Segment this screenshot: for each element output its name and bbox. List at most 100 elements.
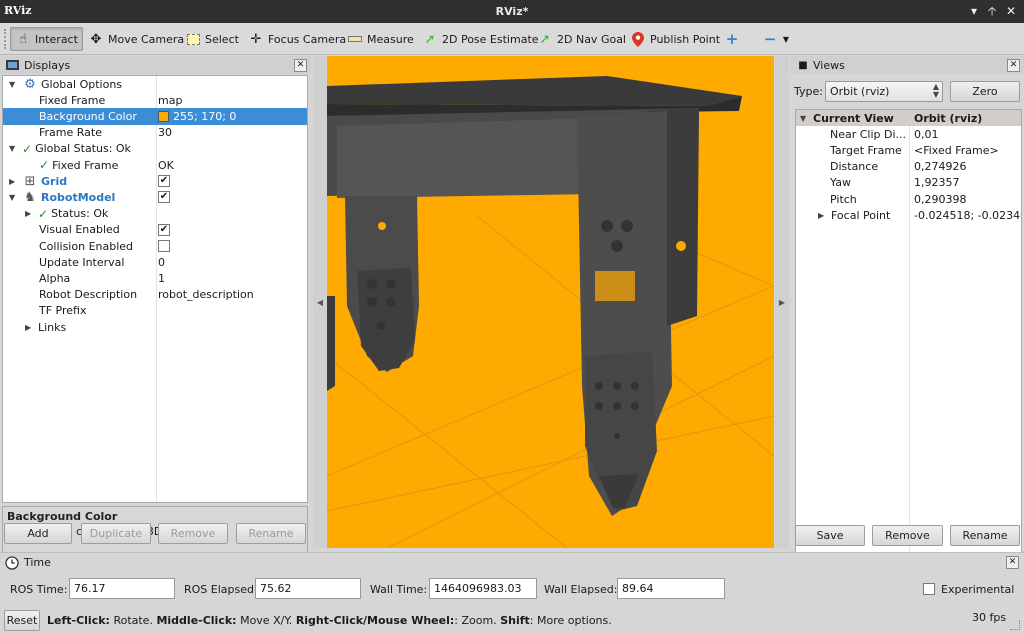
crosshair-icon: ✛	[250, 31, 262, 47]
gear-icon: ⚙	[24, 76, 36, 92]
grid-icon: ⊞	[24, 173, 36, 189]
views-title: Views	[813, 58, 845, 72]
view-row-pitch[interactable]: Pitch 0,290398	[796, 191, 1021, 207]
views-table: ▼ Current View Orbit (rviz) Near Clip Di.…	[795, 109, 1022, 575]
select-tool-button[interactable]: Select	[181, 27, 243, 51]
tree-row-global-status[interactable]: ▼ ✓ Global Status: Ok	[3, 141, 307, 157]
displays-tree: ▼ ⚙ Global Options Fixed Frame map Backgro…	[2, 75, 308, 503]
remove-tool-dropdown[interactable]: − ▼	[758, 27, 794, 51]
minimize-button[interactable]: ▾	[966, 3, 982, 19]
tree-row-status-ok[interactable]: ▶ ✓ Status: Ok	[3, 206, 307, 222]
2d-nav-goal-tool-button[interactable]: ➚ 2D Nav Goal	[533, 27, 630, 51]
remove-display-button[interactable]: Remove	[158, 523, 228, 544]
toolbar-grip[interactable]	[4, 29, 7, 49]
3d-render-view[interactable]	[327, 56, 774, 548]
add-tool-button[interactable]: +	[720, 27, 744, 51]
collision-enabled-checkbox[interactable]	[158, 240, 170, 253]
duplicate-display-button[interactable]: Duplicate	[81, 523, 151, 544]
tree-row-robot-model[interactable]: ▼ ♞ RobotModel ✔	[3, 189, 307, 205]
tree-row-robot-description[interactable]: Robot Description robot_description	[3, 287, 307, 303]
map-pin-icon	[630, 31, 646, 47]
tree-row-grid[interactable]: ▶ ⊞ Grid ✔	[3, 173, 307, 189]
expand-arrow-icon[interactable]: ▼	[9, 193, 19, 202]
view-row-focal-point[interactable]: ▶Focal Point-0.024518; -0.02349...	[796, 207, 1021, 223]
experimental-checkbox[interactable]	[923, 583, 935, 595]
view-row-distance[interactable]: Distance 0,274926	[796, 159, 1021, 175]
tree-row-collision-enabled[interactable]: Collision Enabled	[3, 238, 307, 254]
expand-arrow-icon[interactable]: ▼	[800, 114, 810, 123]
plus-icon: +	[725, 30, 739, 48]
close-window-button[interactable]: ✕	[1003, 3, 1019, 19]
checkmark-icon: ✓	[39, 158, 50, 173]
views-panel: ■ Views ✕ Type: Orbit (rviz) ▲ ▼ Zero ▼ Cu…	[791, 56, 1024, 575]
grid-enabled-checkbox[interactable]: ✔	[158, 175, 170, 188]
expand-arrow-icon[interactable]: ▶	[9, 177, 19, 186]
expand-arrow-icon[interactable]: ▶	[25, 209, 35, 218]
expand-arrow-icon[interactable]: ▶	[25, 323, 35, 332]
color-swatch[interactable]	[158, 110, 169, 122]
title-bar: RViz RViz* ▾ 🡡 ✕	[0, 0, 1024, 23]
visual-enabled-checkbox[interactable]: ✔	[158, 223, 170, 236]
right-splitter[interactable]: ▶	[775, 56, 789, 548]
robot-model-enabled-checkbox[interactable]: ✔	[158, 191, 170, 204]
resize-grip[interactable]	[1010, 620, 1020, 630]
views-close-button[interactable]: ✕	[1007, 59, 1020, 72]
add-display-button[interactable]: Add	[4, 523, 72, 544]
type-label: Type:	[794, 85, 823, 98]
expand-arrow-icon[interactable]: ▼	[9, 144, 19, 153]
wall-time-label: Wall Time:	[370, 583, 428, 596]
maximize-button[interactable]: 🡡	[984, 3, 1000, 19]
interact-tool-button[interactable]: ☝ Interact	[10, 27, 83, 51]
experimental-label: Experimental	[941, 583, 1015, 596]
ros-elapsed-field[interactable]: 75.62	[255, 578, 361, 599]
tree-row-tf-prefix[interactable]: TF Prefix	[3, 303, 307, 319]
displays-close-button[interactable]: ✕	[294, 59, 307, 72]
move-arrows-icon: ✥	[90, 31, 102, 47]
ros-time-field[interactable]: 76.17	[69, 578, 175, 599]
measure-tool-button[interactable]: Measure	[343, 27, 418, 51]
publish-point-tool-button[interactable]: Publish Point	[626, 27, 724, 51]
mouse-help-text: Left-Click: Rotate. Middle-Click: Move X…	[47, 614, 612, 627]
tree-row-alpha[interactable]: Alpha 1	[3, 270, 307, 286]
tree-row-frame-rate[interactable]: Frame Rate 30	[3, 125, 307, 141]
tree-row-global-options[interactable]: ▼ ⚙ Global Options	[3, 76, 307, 92]
tree-row-links[interactable]: ▶ Links	[3, 319, 307, 335]
expand-arrow-icon[interactable]: ▼	[9, 80, 19, 89]
clock-icon	[4, 555, 20, 571]
time-close-button[interactable]: ✕	[1006, 556, 1019, 569]
collapse-left-arrow-icon[interactable]: ◀	[317, 298, 323, 307]
robot-icon: ♞	[24, 189, 36, 205]
expand-arrow-icon[interactable]: ▶	[818, 211, 828, 220]
save-view-button[interactable]: Save	[795, 525, 865, 546]
view-type-select[interactable]: Orbit (rviz) ▲ ▼	[825, 81, 943, 102]
collapse-right-arrow-icon[interactable]: ▶	[779, 298, 785, 307]
current-view-row[interactable]: ▼ Current View Orbit (rviz)	[796, 110, 1021, 127]
tree-row-background-color[interactable]: Background Color 255; 170; 0	[3, 108, 307, 125]
wall-elapsed-field[interactable]: 89.64	[617, 578, 725, 599]
reset-button[interactable]: Reset	[4, 610, 40, 631]
focus-camera-tool-button[interactable]: ✛ Focus Camera	[244, 27, 350, 51]
time-header: Time ✕	[0, 552, 1024, 572]
wall-time-field[interactable]: 1464096983.03	[429, 578, 537, 599]
wall-elapsed-label: Wall Elapsed:	[544, 583, 618, 596]
status-bar: Reset Left-Click: Rotate. Middle-Click: …	[0, 608, 1024, 633]
tree-row-fixed-frame[interactable]: Fixed Frame map	[3, 92, 307, 108]
tree-row-update-interval[interactable]: Update Interval 0	[3, 254, 307, 270]
view-row-yaw[interactable]: Yaw 1,92357	[796, 175, 1021, 191]
2d-pose-estimate-tool-button[interactable]: ➚ 2D Pose Estimate	[418, 27, 543, 51]
spinner-arrows-icon: ▲ ▼	[932, 82, 939, 99]
rename-view-button[interactable]: Rename	[950, 525, 1020, 546]
checkmark-icon: ✓	[22, 141, 33, 156]
view-row-target-frame[interactable]: Target Frame <Fixed Frame>	[796, 142, 1021, 158]
view-row-near-clip[interactable]: Near Clip Di... 0,01	[796, 126, 1021, 142]
time-title: Time	[24, 556, 51, 569]
rename-display-button[interactable]: Rename	[236, 523, 306, 544]
tree-row-fixed-frame-status[interactable]: ✓ Fixed Frame OK	[3, 157, 307, 173]
camera-icon: ■	[798, 59, 808, 71]
zero-button[interactable]: Zero	[950, 81, 1020, 102]
move-camera-tool-button[interactable]: ✥ Move Camera	[84, 27, 188, 51]
ros-elapsed-label: ROS Elapsed:	[184, 583, 258, 596]
remove-view-button[interactable]: Remove	[872, 525, 943, 546]
tree-row-visual-enabled[interactable]: Visual Enabled ✔	[3, 222, 307, 238]
left-splitter[interactable]: ◀	[313, 56, 327, 548]
